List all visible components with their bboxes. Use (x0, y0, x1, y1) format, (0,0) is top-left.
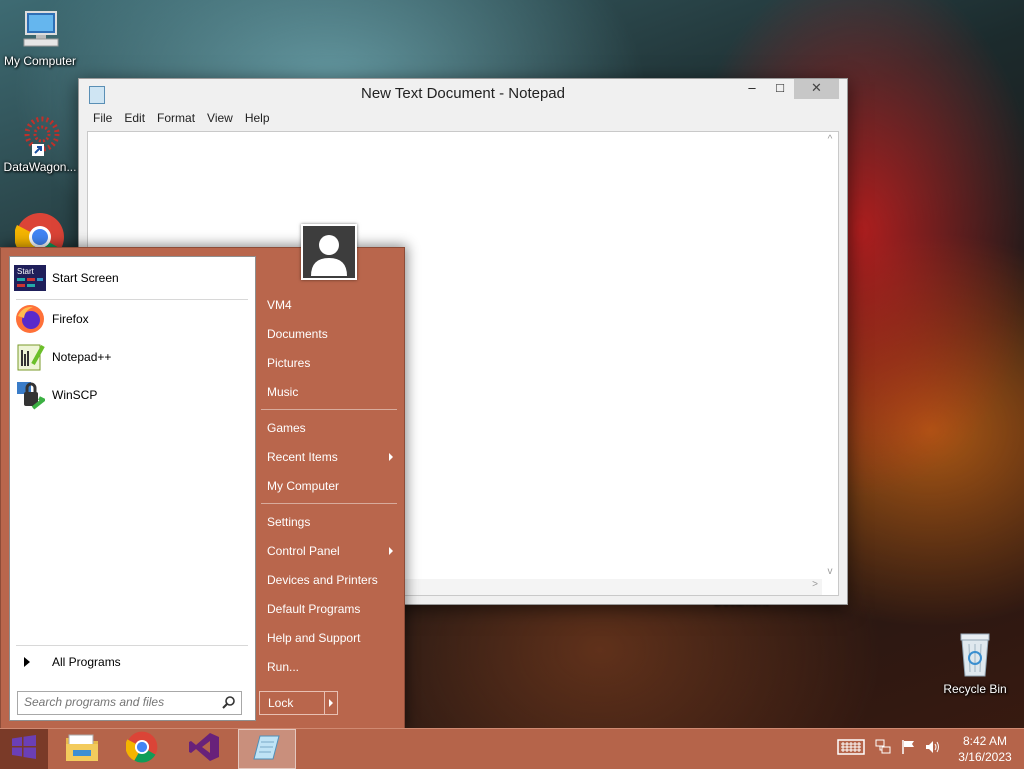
start-item-label: WinSCP (52, 388, 98, 402)
start-menu: Start Start Screen Firefox Notepad++ Win… (0, 224, 405, 730)
network-icon[interactable] (875, 739, 891, 760)
clock[interactable]: 8:42 AM 3/16/2023 (946, 733, 1024, 765)
start-menu-places-pane: VM4 Documents Pictures Music Games Recen… (259, 248, 403, 729)
desktop-icon-datawagon[interactable]: DataWagon... (0, 114, 80, 174)
start-item-notepadpp[interactable]: Notepad++ (14, 340, 250, 374)
clock-time: 8:42 AM (962, 734, 1008, 748)
notepad-icon (252, 732, 282, 767)
shutdown-options-arrow-icon[interactable] (325, 692, 337, 714)
file-explorer-icon (65, 732, 99, 767)
taskbar-notepad[interactable] (238, 729, 296, 769)
datawagon-icon (18, 114, 62, 158)
music-link[interactable]: Music (259, 378, 397, 406)
desktop-icon-my-computer[interactable]: My Computer (0, 8, 80, 68)
menu-help[interactable]: Help (239, 109, 276, 129)
user-avatar[interactable] (301, 224, 357, 280)
user-folder-link[interactable]: VM4 (259, 291, 397, 319)
clock-date: 3/16/2023 (958, 750, 1012, 764)
system-tray: 8:42 AM 3/16/2023 (832, 729, 1024, 769)
taskbar: 8:42 AM 3/16/2023 (0, 728, 1024, 769)
chrome-icon (125, 731, 158, 768)
title-bar[interactable]: New Text Document - Notepad – □ ✕ (79, 79, 847, 109)
window-title: New Text Document - Notepad (361, 85, 565, 102)
devices-printers-link[interactable]: Devices and Printers (259, 566, 397, 594)
winscp-icon (14, 379, 46, 411)
firefox-icon (14, 303, 46, 335)
scroll-right-icon[interactable]: > (812, 579, 818, 590)
all-programs-label: All Programs (52, 655, 121, 669)
start-menu-programs-pane: Start Start Screen Firefox Notepad++ Win… (9, 256, 256, 721)
vertical-scrollbar[interactable]: ^ v (822, 132, 838, 579)
control-panel-link[interactable]: Control Panel (259, 537, 397, 565)
notepad-app-icon (89, 86, 105, 104)
menu-format[interactable]: Format (151, 109, 201, 129)
chrome-icon (14, 212, 65, 262)
separator (16, 645, 248, 646)
submenu-arrow-icon (389, 453, 393, 461)
start-item-firefox[interactable]: Firefox (14, 302, 250, 336)
recent-items-label: Recent Items (267, 450, 338, 464)
menu-edit[interactable]: Edit (118, 109, 151, 129)
my-computer-link[interactable]: My Computer (259, 472, 397, 500)
desktop-icon-label: My Computer (3, 54, 77, 68)
start-item-label: Start Screen (52, 271, 119, 285)
separator (261, 503, 397, 504)
visual-studio-icon (188, 731, 220, 768)
scroll-up-icon[interactable]: ^ (822, 134, 838, 145)
computer-icon (18, 8, 62, 52)
menu-view[interactable]: View (201, 109, 239, 129)
triangle-right-icon (24, 657, 30, 667)
run-link[interactable]: Run... (259, 653, 397, 681)
desktop-icon-recycle-bin[interactable]: Recycle Bin (935, 632, 1015, 696)
search-box[interactable] (17, 691, 242, 715)
windows-start-icon (11, 734, 37, 764)
taskbar-file-explorer[interactable] (58, 729, 106, 769)
start-screen-icon: Start (14, 262, 46, 294)
submenu-arrow-icon (389, 547, 393, 555)
start-button[interactable] (0, 729, 48, 769)
notepadpp-icon (14, 341, 46, 373)
search-input[interactable] (18, 692, 214, 712)
close-button[interactable]: ✕ (794, 79, 839, 99)
start-item-label: Firefox (52, 312, 89, 326)
control-panel-label: Control Panel (267, 544, 340, 558)
recycle-bin-icon (955, 632, 995, 680)
lock-button[interactable]: Lock (259, 691, 338, 715)
search-icon[interactable] (222, 696, 235, 714)
lock-label: Lock (260, 692, 325, 714)
minimize-button[interactable]: – (738, 79, 766, 99)
start-item-label: Notepad++ (52, 350, 112, 364)
desktop-icon-label: DataWagon... (3, 160, 77, 174)
settings-link[interactable]: Settings (259, 508, 397, 536)
start-item-start-screen[interactable]: Start Start Screen (14, 261, 250, 295)
scroll-down-icon[interactable]: v (822, 566, 838, 577)
keyboard-icon[interactable] (837, 738, 865, 760)
documents-link[interactable]: Documents (259, 320, 397, 348)
start-item-winscp[interactable]: WinSCP (14, 378, 250, 412)
start-screen-icon-text: Start (17, 267, 35, 276)
pictures-link[interactable]: Pictures (259, 349, 397, 377)
taskbar-visual-studio[interactable] (180, 729, 228, 769)
maximize-button[interactable]: □ (766, 79, 794, 99)
flag-icon[interactable] (901, 739, 915, 760)
default-programs-link[interactable]: Default Programs (259, 595, 397, 623)
separator (261, 409, 397, 410)
recent-items-link[interactable]: Recent Items (259, 443, 397, 471)
taskbar-chrome[interactable] (118, 729, 166, 769)
help-support-link[interactable]: Help and Support (259, 624, 397, 652)
separator (16, 299, 248, 300)
menu-file[interactable]: File (87, 109, 118, 129)
all-programs-button[interactable]: All Programs (14, 649, 250, 675)
volume-icon[interactable] (925, 739, 941, 760)
desktop-icon-label: Recycle Bin (943, 682, 1007, 696)
menu-bar: File Edit Format View Help (79, 109, 847, 129)
games-link[interactable]: Games (259, 414, 397, 442)
